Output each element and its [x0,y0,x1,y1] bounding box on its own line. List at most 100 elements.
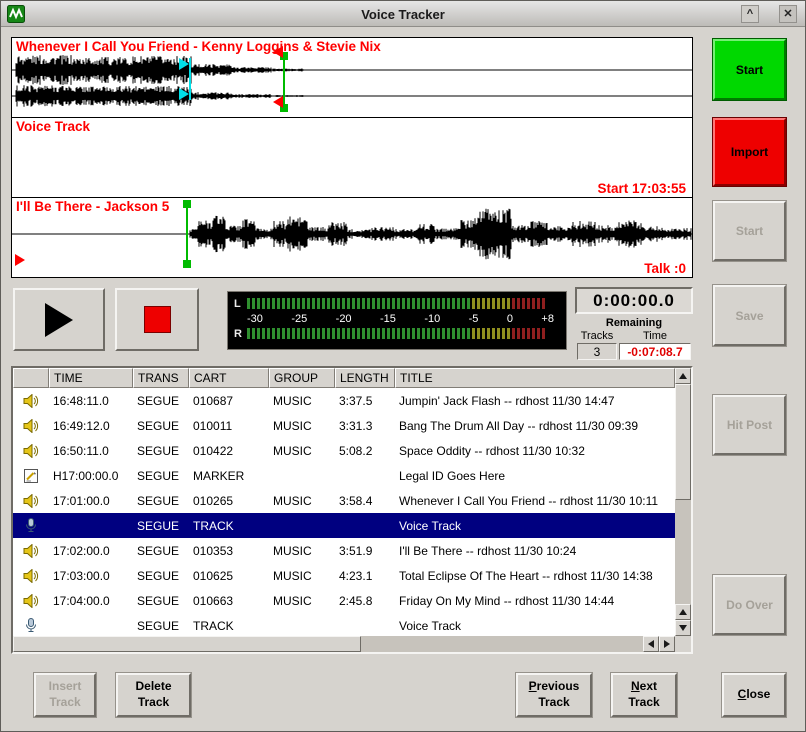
column-header-cart[interactable]: CART [189,368,269,388]
meter-segment [332,328,335,339]
column-header-length[interactable]: LENGTH [335,368,395,388]
scroll-up-button-2[interactable] [675,604,691,620]
meter-segment [467,298,470,309]
meter-segment [322,328,325,339]
save-button[interactable]: Save [713,285,786,346]
column-header-time[interactable]: TIME [49,368,133,388]
scroll-right-button[interactable] [659,636,675,652]
start-record-button[interactable]: Start [713,39,786,100]
log-row[interactable]: 17:04:00.0SEGUE010663MUSIC2:45.8Friday O… [13,588,675,613]
cell-group: MUSIC [269,544,335,558]
hit-post-button[interactable]: Hit Post [713,395,786,455]
meter-segment [497,298,500,309]
cell-group: MUSIC [269,594,335,608]
meter-segment [427,328,430,339]
log-body: 16:48:11.0SEGUE010687MUSIC3:37.5Jumpin' … [13,388,675,636]
horizontal-scroll-thumb[interactable] [13,636,361,652]
column-header-icon[interactable] [13,368,49,388]
meter-segment [257,298,260,309]
start-marker-icon[interactable] [15,254,25,266]
close-button[interactable]: Close [722,673,786,717]
play-button[interactable] [13,288,105,351]
previous-track-button[interactable]: PreviousTrack [516,673,592,717]
column-header-group[interactable]: GROUP [269,368,335,388]
close-icon[interactable]: ✕ [779,5,797,23]
scroll-left-button[interactable] [643,636,659,652]
vertical-scrollbar[interactable] [675,368,691,636]
pane-next-track[interactable]: I'll Be There - Jackson 5 Talk :0 [11,197,693,278]
meter-segment [267,328,270,339]
cell-title: Voice Track [395,619,675,633]
meter-segment [532,298,535,309]
meter-segment [322,298,325,309]
log-row[interactable]: 17:01:00.0SEGUE010265MUSIC3:58.4Whenever… [13,488,675,513]
log-row[interactable]: 17:02:00.0SEGUE010353MUSIC3:51.9I'll Be … [13,538,675,563]
scroll-down-button[interactable] [675,620,691,636]
meter-segment [527,298,530,309]
do-over-button[interactable]: Do Over [713,575,786,635]
cell-cart: 010011 [189,419,269,433]
insert-track-button[interactable]: InsertTrack [34,673,96,717]
vertical-scroll-thumb[interactable] [675,384,691,500]
shade-icon[interactable]: ^ [741,5,759,23]
pane-previous-track[interactable]: Whenever I Call You Friend - Kenny Loggi… [11,37,693,118]
scroll-up-button[interactable] [675,368,691,384]
remaining-time-value: -0:07:08.7 [619,343,691,360]
log-row[interactable]: 16:50:11.0SEGUE010422MUSIC5:08.2Space Od… [13,438,675,463]
speaker-icon [13,444,49,458]
meter-segment [427,298,430,309]
horizontal-scrollbar[interactable] [13,636,675,652]
meter-segment [352,298,355,309]
meter-scale-label: -25 [291,313,307,325]
cell-title: I'll Be There -- rdhost 11/30 10:24 [395,544,675,558]
window-title: Voice Tracker [1,1,805,27]
meter-segment [302,328,305,339]
cell-length: 2:45.8 [335,594,395,608]
next-track-button[interactable]: NextTrack [611,673,677,717]
end-marker-bottom-icon[interactable] [273,96,283,108]
log-row[interactable]: 16:48:11.0SEGUE010687MUSIC3:37.5Jumpin' … [13,388,675,413]
meter-segment [352,328,355,339]
delete-track-button[interactable]: DeleteTrack [116,673,191,717]
meter-scale-label: -15 [380,313,396,325]
stop-button[interactable] [115,288,199,351]
log-header: TIMETRANSCARTGROUPLENGTHTITLE [13,368,675,388]
titlebar[interactable]: Voice Tracker ^ ✕ [1,1,805,27]
log-row[interactable]: H17:00:00.0SEGUEMARKERLegal ID Goes Here [13,463,675,488]
speaker-icon [13,419,49,433]
import-button[interactable]: Import [713,118,786,186]
meter-segment [422,328,425,339]
log-row[interactable]: 17:03:00.0SEGUE010625MUSIC4:23.1Total Ec… [13,563,675,588]
meter-segment [432,328,435,339]
meter-scale-label: 0 [507,313,513,325]
cell-time: 17:04:00.0 [49,594,133,608]
start-handle-top-icon[interactable] [183,200,191,208]
meter-segment [337,298,340,309]
meter-left-label: L [234,298,247,310]
column-header-title[interactable]: TITLE [395,368,675,388]
cell-trans: SEGUE [133,594,189,608]
meter-segment [312,328,315,339]
pane-voice-track[interactable]: Voice Track Start 17:03:55 [11,117,693,198]
column-header-trans[interactable]: TRANS [133,368,189,388]
meter-segment [377,328,380,339]
start-next-button[interactable]: Start [713,201,786,261]
log-row[interactable]: SEGUETRACKVoice Track [13,613,675,636]
mic-icon [13,518,49,533]
meter-right-segments [247,327,547,340]
log-row-selected[interactable]: SEGUETRACKVoice Track [13,513,675,538]
meter-segment [327,328,330,339]
meter-segment [537,298,540,309]
pane-title: Voice Track [16,119,90,134]
log-row[interactable]: 16:49:12.0SEGUE010011MUSIC3:31.3Bang The… [13,413,675,438]
meter-segment [457,298,460,309]
meter-segment [497,328,500,339]
meter-segment [467,328,470,339]
cell-trans: SEGUE [133,544,189,558]
meter-segment [377,298,380,309]
start-handle-bottom-icon[interactable] [183,260,191,268]
cell-length: 4:23.1 [335,569,395,583]
remaining-label: Remaining [575,317,693,329]
meter-segment [402,298,405,309]
meter-segment [342,328,345,339]
